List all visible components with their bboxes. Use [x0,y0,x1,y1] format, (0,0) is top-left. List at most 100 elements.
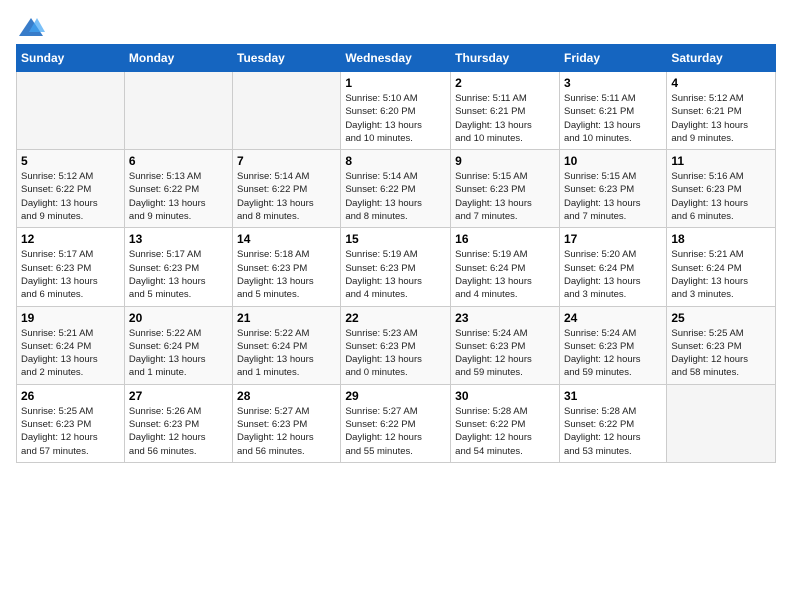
calendar-cell: 17 Sunrise: 5:20 AM Sunset: 6:24 PM Dayli… [559,228,666,306]
day-info: Sunrise: 5:12 AM Sunset: 6:21 PM Dayligh… [671,92,771,145]
calendar-table: SundayMondayTuesdayWednesdayThursdayFrid… [16,44,776,463]
calendar-cell: 2 Sunrise: 5:11 AM Sunset: 6:21 PM Daylig… [451,72,560,150]
calendar-week-row: 1Sunrise: 5:10 AM Sunset: 6:20 PM Daylig… [17,72,776,150]
weekday-header-saturday: Saturday [667,45,776,72]
day-info: Sunrise: 5:28 AM Sunset: 6:22 PM Dayligh… [455,405,555,458]
day-info: Sunrise: 5:14 AM Sunset: 6:22 PM Dayligh… [237,170,336,223]
day-number: 11 [671,154,771,168]
day-number: 15 [345,232,446,246]
calendar-week-row: 19 Sunrise: 5:21 AM Sunset: 6:24 PM Dayli… [17,306,776,384]
calendar-cell: 25Sunrise: 5:25 AM Sunset: 6:23 PM Dayli… [667,306,776,384]
day-number: 2 [455,76,555,90]
weekday-header-tuesday: Tuesday [233,45,341,72]
day-info: Sunrise: 5:16 AM Sunset: 6:23 PM Dayligh… [671,170,771,223]
calendar-cell: 20 Sunrise: 5:22 AM Sunset: 6:24 PM Dayli… [124,306,232,384]
day-info: Sunrise: 5:12 AM Sunset: 6:22 PM Dayligh… [21,170,120,223]
day-info: Sunrise: 5:11 AM Sunset: 6:21 PM Dayligh… [564,92,662,145]
calendar-cell: 6 Sunrise: 5:13 AM Sunset: 6:22 PM Daylig… [124,150,232,228]
calendar-cell: 29Sunrise: 5:27 AM Sunset: 6:22 PM Dayli… [341,384,451,462]
calendar-cell: 8Sunrise: 5:14 AM Sunset: 6:22 PM Daylig… [341,150,451,228]
day-number: 5 [21,154,120,168]
day-number: 14 [237,232,336,246]
day-number: 20 [129,311,228,325]
logo-icon [17,16,45,38]
calendar-cell: 11 Sunrise: 5:16 AM Sunset: 6:23 PM Dayli… [667,150,776,228]
day-info: Sunrise: 5:25 AM Sunset: 6:23 PM Dayligh… [21,405,120,458]
day-number: 12 [21,232,120,246]
calendar-cell: 13Sunrise: 5:17 AM Sunset: 6:23 PM Dayli… [124,228,232,306]
day-info: Sunrise: 5:13 AM Sunset: 6:22 PM Dayligh… [129,170,228,223]
day-number: 10 [564,154,662,168]
calendar-cell: 4 Sunrise: 5:12 AM Sunset: 6:21 PM Daylig… [667,72,776,150]
day-number: 26 [21,389,120,403]
weekday-header-sunday: Sunday [17,45,125,72]
calendar-cell: 16 Sunrise: 5:19 AM Sunset: 6:24 PM Dayli… [451,228,560,306]
day-info: Sunrise: 5:10 AM Sunset: 6:20 PM Dayligh… [345,92,446,145]
weekday-header-row: SundayMondayTuesdayWednesdayThursdayFrid… [17,45,776,72]
day-number: 6 [129,154,228,168]
day-number: 30 [455,389,555,403]
calendar-cell: 21 Sunrise: 5:22 AM Sunset: 6:24 PM Dayli… [233,306,341,384]
calendar-cell: 24Sunrise: 5:24 AM Sunset: 6:23 PM Dayli… [559,306,666,384]
calendar-cell: 15 Sunrise: 5:19 AM Sunset: 6:23 PM Dayli… [341,228,451,306]
calendar-cell: 9Sunrise: 5:15 AM Sunset: 6:23 PM Daylig… [451,150,560,228]
day-number: 19 [21,311,120,325]
day-number: 27 [129,389,228,403]
day-number: 8 [345,154,446,168]
day-info: Sunrise: 5:21 AM Sunset: 6:24 PM Dayligh… [671,248,771,301]
day-number: 17 [564,232,662,246]
day-number: 28 [237,389,336,403]
calendar-cell: 23Sunrise: 5:24 AM Sunset: 6:23 PM Dayli… [451,306,560,384]
day-info: Sunrise: 5:15 AM Sunset: 6:23 PM Dayligh… [564,170,662,223]
calendar-cell: 7 Sunrise: 5:14 AM Sunset: 6:22 PM Daylig… [233,150,341,228]
calendar-cell [17,72,125,150]
day-info: Sunrise: 5:22 AM Sunset: 6:24 PM Dayligh… [237,327,336,380]
weekday-header-wednesday: Wednesday [341,45,451,72]
day-info: Sunrise: 5:15 AM Sunset: 6:23 PM Dayligh… [455,170,555,223]
calendar-cell: 12 Sunrise: 5:17 AM Sunset: 6:23 PM Dayli… [17,228,125,306]
day-info: Sunrise: 5:11 AM Sunset: 6:21 PM Dayligh… [455,92,555,145]
calendar-cell [124,72,232,150]
calendar-cell: 22 Sunrise: 5:23 AM Sunset: 6:23 PM Dayli… [341,306,451,384]
day-number: 24 [564,311,662,325]
calendar-cell: 10 Sunrise: 5:15 AM Sunset: 6:23 PM Dayli… [559,150,666,228]
day-info: Sunrise: 5:23 AM Sunset: 6:23 PM Dayligh… [345,327,446,380]
day-number: 18 [671,232,771,246]
day-info: Sunrise: 5:17 AM Sunset: 6:23 PM Dayligh… [21,248,120,301]
day-number: 31 [564,389,662,403]
calendar-cell: 5 Sunrise: 5:12 AM Sunset: 6:22 PM Daylig… [17,150,125,228]
day-info: Sunrise: 5:18 AM Sunset: 6:23 PM Dayligh… [237,248,336,301]
day-info: Sunrise: 5:21 AM Sunset: 6:24 PM Dayligh… [21,327,120,380]
calendar-week-row: 26 Sunrise: 5:25 AM Sunset: 6:23 PM Dayli… [17,384,776,462]
day-number: 23 [455,311,555,325]
day-number: 21 [237,311,336,325]
day-info: Sunrise: 5:19 AM Sunset: 6:24 PM Dayligh… [455,248,555,301]
calendar-cell: 27 Sunrise: 5:26 AM Sunset: 6:23 PM Dayli… [124,384,232,462]
day-info: Sunrise: 5:20 AM Sunset: 6:24 PM Dayligh… [564,248,662,301]
weekday-header-thursday: Thursday [451,45,560,72]
calendar-cell: 26 Sunrise: 5:25 AM Sunset: 6:23 PM Dayli… [17,384,125,462]
day-number: 4 [671,76,771,90]
day-info: Sunrise: 5:28 AM Sunset: 6:22 PM Dayligh… [564,405,662,458]
calendar-week-row: 12 Sunrise: 5:17 AM Sunset: 6:23 PM Dayli… [17,228,776,306]
day-info: Sunrise: 5:22 AM Sunset: 6:24 PM Dayligh… [129,327,228,380]
day-number: 25 [671,311,771,325]
day-number: 7 [237,154,336,168]
day-info: Sunrise: 5:27 AM Sunset: 6:23 PM Dayligh… [237,405,336,458]
calendar-cell [667,384,776,462]
page-header [16,16,776,34]
calendar-cell: 28 Sunrise: 5:27 AM Sunset: 6:23 PM Dayli… [233,384,341,462]
calendar-cell: 30 Sunrise: 5:28 AM Sunset: 6:22 PM Dayli… [451,384,560,462]
day-number: 29 [345,389,446,403]
day-info: Sunrise: 5:19 AM Sunset: 6:23 PM Dayligh… [345,248,446,301]
weekday-header-monday: Monday [124,45,232,72]
day-info: Sunrise: 5:17 AM Sunset: 6:23 PM Dayligh… [129,248,228,301]
calendar-cell: 1Sunrise: 5:10 AM Sunset: 6:20 PM Daylig… [341,72,451,150]
day-number: 22 [345,311,446,325]
logo [16,16,46,34]
calendar-cell [233,72,341,150]
day-info: Sunrise: 5:26 AM Sunset: 6:23 PM Dayligh… [129,405,228,458]
day-number: 16 [455,232,555,246]
calendar-cell: 3Sunrise: 5:11 AM Sunset: 6:21 PM Daylig… [559,72,666,150]
weekday-header-friday: Friday [559,45,666,72]
